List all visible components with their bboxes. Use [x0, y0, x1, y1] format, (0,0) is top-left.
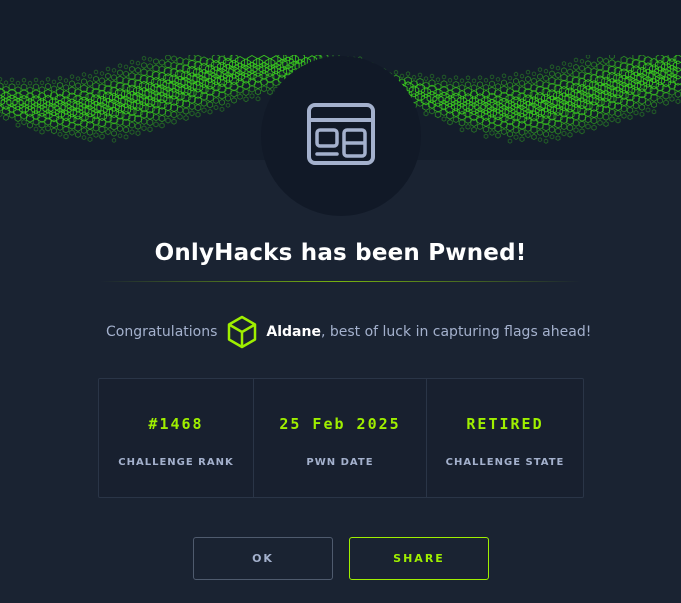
top-strip [0, 0, 681, 60]
stat-challenge-state: RETIRED CHALLENGE STATE [427, 379, 583, 497]
ok-button[interactable]: OK [193, 537, 333, 580]
congrats-message: Congratulations Aldane , best of luck in… [106, 314, 591, 350]
share-button[interactable]: SHARE [349, 537, 489, 580]
stat-value: #1468 [148, 415, 204, 433]
stat-pwn-date: 25 Feb 2025 PWN DATE [254, 379, 427, 497]
title-divider [100, 281, 581, 282]
stat-label: PWN DATE [306, 457, 374, 468]
congrats-prefix: Congratulations [106, 324, 218, 340]
stat-label: CHALLENGE STATE [445, 457, 565, 468]
username-link[interactable]: Aldane [266, 324, 321, 340]
user-avatar-cube-icon [217, 315, 266, 349]
stat-value: 25 Feb 2025 [279, 415, 401, 433]
web-window-icon [306, 102, 376, 170]
challenge-icon-circle [261, 56, 421, 216]
stat-value: RETIRED [466, 415, 544, 433]
stat-challenge-rank: #1468 CHALLENGE RANK [99, 379, 254, 497]
modal-title: OnlyHacks has been Pwned! [154, 240, 527, 266]
stat-label: CHALLENGE RANK [118, 457, 234, 468]
stats-panel: #1468 CHALLENGE RANK 25 Feb 2025 PWN DAT… [98, 378, 584, 498]
congrats-suffix: , best of luck in capturing flags ahead! [320, 324, 592, 340]
